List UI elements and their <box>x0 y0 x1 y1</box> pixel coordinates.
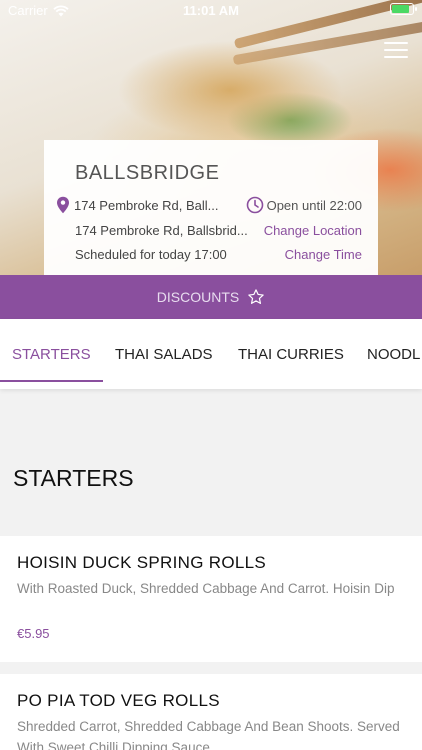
battery-icon <box>390 3 417 15</box>
menu-item[interactable]: PO PIA TOD VEG ROLLS Shredded Carrot, Sh… <box>0 674 422 750</box>
menu-item-name: HOISIN DUCK SPRING ROLLS <box>17 553 267 572</box>
status-time: 11:01 AM <box>183 3 239 18</box>
address-full: 174 Pembroke Rd, Ballsbrid... <box>75 223 248 238</box>
hamburger-menu-icon[interactable] <box>384 42 408 60</box>
address-hours-row: 174 Pembroke Rd, Ball... Open until 22:0… <box>56 196 362 214</box>
schedule-row: Scheduled for today 17:00 Change Time <box>56 247 362 262</box>
menu-item-description: Shredded Carrot, Shredded Cabbage And Be… <box>17 719 400 750</box>
discounts-label: DISCOUNTS <box>156 289 240 305</box>
change-location-link[interactable]: Change Location <box>264 223 362 238</box>
menu-item-price: €5.95 <box>17 626 50 641</box>
tab-starters[interactable]: STARTERS <box>12 346 91 363</box>
tab-thai-salads[interactable]: THAI SALADS <box>115 346 213 363</box>
menu-item-description: With Roasted Duck, Shredded Cabbage And … <box>17 581 395 596</box>
menu-item-name: PO PIA TOD VEG ROLLS <box>17 691 220 710</box>
restaurant-info-card: BALLSBRIDGE 174 Pembroke Rd, Ball... Ope… <box>44 140 378 275</box>
tab-noodles[interactable]: NOODL <box>367 346 420 363</box>
discounts-button[interactable]: DISCOUNTS <box>0 275 422 319</box>
location-row: 174 Pembroke Rd, Ballsbrid... Change Loc… <box>56 223 362 238</box>
opening-hours: Open until 22:00 <box>266 197 362 213</box>
tab-thai-curries[interactable]: THAI CURRIES <box>238 346 344 363</box>
status-bar: Carrier 11:01 AM <box>0 0 422 22</box>
clock-icon <box>246 196 263 214</box>
star-icon <box>248 289 264 304</box>
status-right <box>390 3 417 15</box>
battery-level <box>392 5 409 13</box>
change-time-link[interactable]: Change Time <box>285 247 362 262</box>
address-short: 174 Pembroke Rd, Ball... <box>74 197 219 213</box>
scheduled-time: Scheduled for today 17:00 <box>75 247 227 262</box>
active-tab-indicator <box>0 380 103 382</box>
category-tabs: STARTERS THAI SALADS THAI CURRIES NOODL <box>0 319 422 389</box>
section-title: STARTERS <box>13 465 134 491</box>
location-pin-icon <box>57 196 69 214</box>
menu-item[interactable]: HOISIN DUCK SPRING ROLLS With Roasted Du… <box>0 536 422 662</box>
restaurant-name: BALLSBRIDGE <box>75 162 220 184</box>
